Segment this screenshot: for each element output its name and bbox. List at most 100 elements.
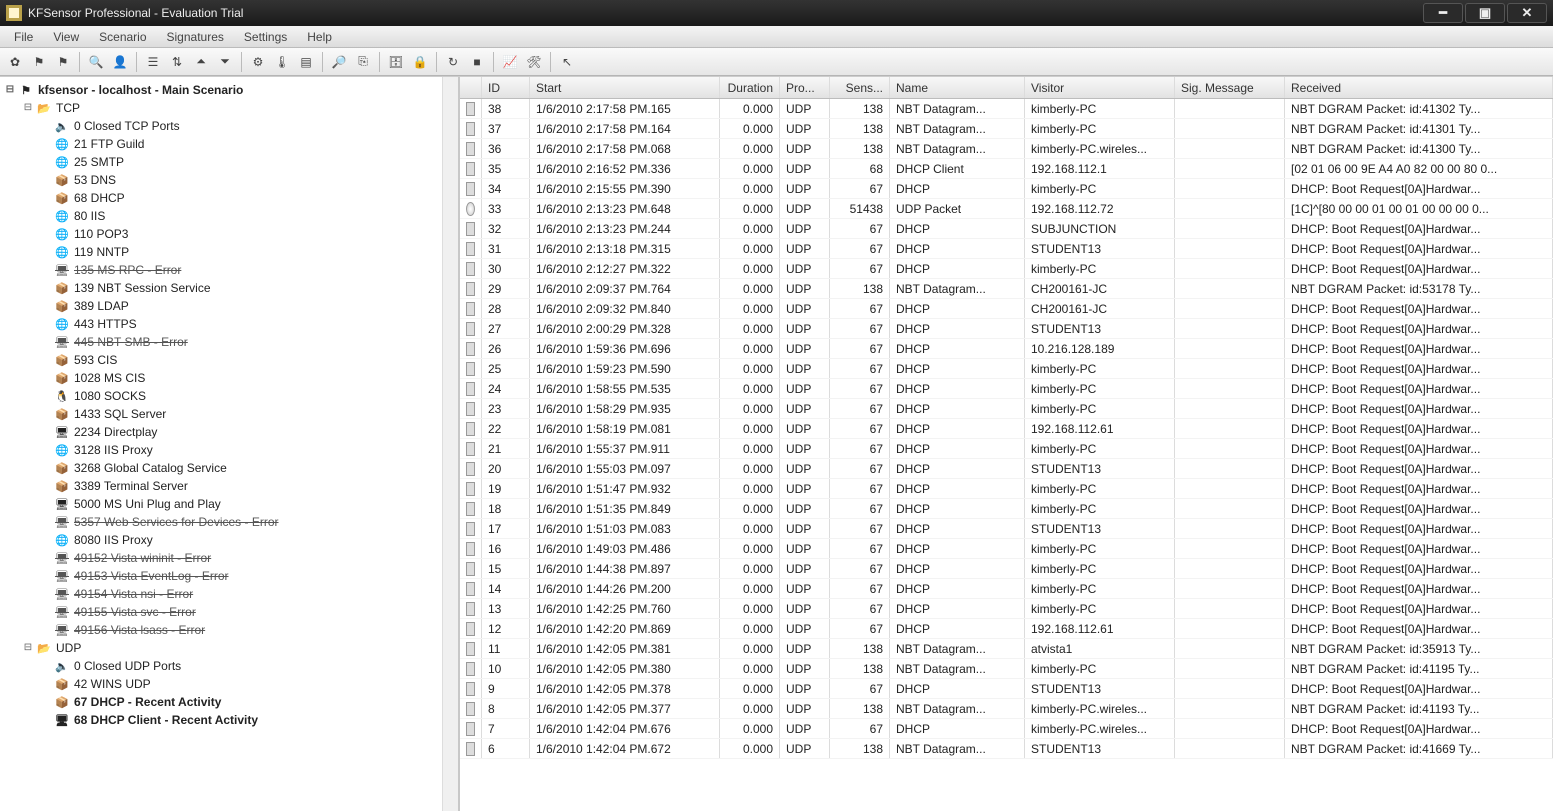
tool-filter1-icon[interactable]: ⇅ <box>166 51 188 73</box>
tree-tcp-53[interactable]: 📦53 DNS <box>4 171 456 189</box>
tree-tcp-0[interactable]: 🔈0 Closed TCP Ports <box>4 117 456 135</box>
event-row[interactable]: 191/6/2010 1:51:47 PM.9320.000UDP67DHCPk… <box>460 479 1553 499</box>
col-name[interactable]: Name <box>890 77 1025 98</box>
tree-tcp-5000[interactable]: 🖥5000 MS Uni Plug and Play <box>4 495 456 513</box>
event-row[interactable]: 231/6/2010 1:58:29 PM.9350.000UDP67DHCPk… <box>460 399 1553 419</box>
tree-tcp-21[interactable]: 🌐21 FTP Guild <box>4 135 456 153</box>
tool-icon-3[interactable]: ⚑ <box>52 51 74 73</box>
event-row[interactable]: 121/6/2010 1:42:20 PM.8690.000UDP67DHCP1… <box>460 619 1553 639</box>
tree-udp-0[interactable]: 🔈0 Closed UDP Ports <box>4 657 456 675</box>
tool-icon-1[interactable]: ✿ <box>4 51 26 73</box>
tool-temp-icon[interactable]: 🌡 <box>271 51 293 73</box>
event-row[interactable]: 91/6/2010 1:42:05 PM.3780.000UDP67DHCPST… <box>460 679 1553 699</box>
tree-pane[interactable]: ⊟⚑kfsensor - localhost - Main Scenario ⊟📂… <box>0 77 460 811</box>
event-row[interactable]: 161/6/2010 1:49:03 PM.4860.000UDP67DHCPk… <box>460 539 1553 559</box>
col-sensor[interactable]: Sens... <box>830 77 890 98</box>
tool-lock-icon[interactable]: 🔒 <box>409 51 431 73</box>
tool-filter3-icon[interactable]: ⏷ <box>214 51 236 73</box>
event-row[interactable]: 141/6/2010 1:44:26 PM.2000.000UDP67DHCPk… <box>460 579 1553 599</box>
events-body[interactable]: 381/6/2010 2:17:58 PM.1650.000UDP138NBT … <box>460 99 1553 811</box>
event-row[interactable]: 331/6/2010 2:13:23 PM.6480.000UDP51438UD… <box>460 199 1553 219</box>
tree-tcp-2234[interactable]: 🖥2234 Directplay <box>4 423 456 441</box>
tree-tcp-49152[interactable]: 🖥49152 Vista wininit - Error <box>4 549 456 567</box>
menu-help[interactable]: Help <box>297 30 342 44</box>
event-row[interactable]: 211/6/2010 1:55:37 PM.9110.000UDP67DHCPk… <box>460 439 1553 459</box>
tool-doc-icon[interactable]: ▤ <box>295 51 317 73</box>
tool-search-icon[interactable]: 🔍 <box>85 51 107 73</box>
col-start[interactable]: Start <box>530 77 720 98</box>
tree-udp-68[interactable]: 🖥68 DHCP Client - Recent Activity <box>4 711 456 729</box>
tree-root[interactable]: ⊟⚑kfsensor - localhost - Main Scenario <box>4 81 456 99</box>
event-row[interactable]: 341/6/2010 2:15:55 PM.3900.000UDP67DHCPk… <box>460 179 1553 199</box>
col-id[interactable]: ID <box>482 77 530 98</box>
event-row[interactable]: 291/6/2010 2:09:37 PM.7640.000UDP138NBT … <box>460 279 1553 299</box>
tree-udp-67[interactable]: 📦67 DHCP - Recent Activity <box>4 693 456 711</box>
event-row[interactable]: 271/6/2010 2:00:29 PM.3280.000UDP67DHCPS… <box>460 319 1553 339</box>
tool-copy-icon[interactable]: ⎘ <box>352 51 374 73</box>
tool-stop-icon[interactable]: ■ <box>466 51 488 73</box>
tool-config-icon[interactable]: ⚙ <box>247 51 269 73</box>
tree-tcp-3389[interactable]: 📦3389 Terminal Server <box>4 477 456 495</box>
tool-chart-icon[interactable]: 📈 <box>499 51 521 73</box>
event-row[interactable]: 111/6/2010 1:42:05 PM.3810.000UDP138NBT … <box>460 639 1553 659</box>
maximize-button[interactable]: ▣ <box>1465 3 1505 23</box>
tree-tcp-1080[interactable]: 🐧1080 SOCKS <box>4 387 456 405</box>
event-row[interactable]: 251/6/2010 1:59:23 PM.5900.000UDP67DHCPk… <box>460 359 1553 379</box>
tree-tcp-49153[interactable]: 🖥49153 Vista EventLog - Error <box>4 567 456 585</box>
event-row[interactable]: 221/6/2010 1:58:19 PM.0810.000UDP67DHCP1… <box>460 419 1553 439</box>
tool-find-icon[interactable]: 🔎 <box>328 51 350 73</box>
tree-tcp-445[interactable]: 🖥445 NBT SMB - Error <box>4 333 456 351</box>
tree-tcp-49154[interactable]: 🖥49154 Vista nsi - Error <box>4 585 456 603</box>
tree-tcp-80[interactable]: 🌐80 IIS <box>4 207 456 225</box>
event-row[interactable]: 381/6/2010 2:17:58 PM.1650.000UDP138NBT … <box>460 99 1553 119</box>
tree-tcp-3268[interactable]: 📦3268 Global Catalog Service <box>4 459 456 477</box>
tree-tcp-139[interactable]: 📦139 NBT Session Service <box>4 279 456 297</box>
col-icon[interactable] <box>460 77 482 98</box>
event-row[interactable]: 181/6/2010 1:51:35 PM.8490.000UDP67DHCPk… <box>460 499 1553 519</box>
tool-icon-2[interactable]: ⚑ <box>28 51 50 73</box>
event-row[interactable]: 131/6/2010 1:42:25 PM.7600.000UDP67DHCPk… <box>460 599 1553 619</box>
event-row[interactable]: 201/6/2010 1:55:03 PM.0970.000UDP67DHCPS… <box>460 459 1553 479</box>
tree-tcp-8080[interactable]: 🌐8080 IIS Proxy <box>4 531 456 549</box>
tree-tcp-3128[interactable]: 🌐3128 IIS Proxy <box>4 441 456 459</box>
event-row[interactable]: 301/6/2010 2:12:27 PM.3220.000UDP67DHCPk… <box>460 259 1553 279</box>
tree-tcp-119[interactable]: 🌐119 NNTP <box>4 243 456 261</box>
menu-view[interactable]: View <box>43 30 89 44</box>
tree-scrollbar[interactable] <box>442 77 458 811</box>
event-row[interactable]: 261/6/2010 1:59:36 PM.6960.000UDP67DHCP1… <box>460 339 1553 359</box>
col-duration[interactable]: Duration <box>720 77 780 98</box>
event-row[interactable]: 71/6/2010 1:42:04 PM.6760.000UDP67DHCPki… <box>460 719 1553 739</box>
tool-pointer-icon[interactable]: ↖ <box>556 51 578 73</box>
event-row[interactable]: 241/6/2010 1:58:55 PM.5350.000UDP67DHCPk… <box>460 379 1553 399</box>
col-visitor[interactable]: Visitor <box>1025 77 1175 98</box>
tool-user-icon[interactable]: 👤 <box>109 51 131 73</box>
col-protocol[interactable]: Pro... <box>780 77 830 98</box>
tree-tcp-5357[interactable]: 🖥5357 Web Services for Devices - Error <box>4 513 456 531</box>
event-row[interactable]: 351/6/2010 2:16:52 PM.3360.000UDP68DHCP … <box>460 159 1553 179</box>
event-row[interactable]: 81/6/2010 1:42:05 PM.3770.000UDP138NBT D… <box>460 699 1553 719</box>
col-received[interactable]: Received <box>1285 77 1553 98</box>
event-row[interactable]: 281/6/2010 2:09:32 PM.8400.000UDP67DHCPC… <box>460 299 1553 319</box>
tree-udp[interactable]: ⊟📂UDP <box>4 639 456 657</box>
event-row[interactable]: 101/6/2010 1:42:05 PM.3800.000UDP138NBT … <box>460 659 1553 679</box>
minimize-button[interactable]: ━ <box>1423 3 1463 23</box>
tree-tcp-68[interactable]: 📦68 DHCP <box>4 189 456 207</box>
tree-tcp-49156[interactable]: 🖥49156 Vista lsass - Error <box>4 621 456 639</box>
event-row[interactable]: 171/6/2010 1:51:03 PM.0830.000UDP67DHCPS… <box>460 519 1553 539</box>
menu-scenario[interactable]: Scenario <box>89 30 156 44</box>
tool-tools-icon[interactable]: 🛠 <box>523 51 545 73</box>
menu-signatures[interactable]: Signatures <box>157 30 234 44</box>
tool-list-icon[interactable]: ☰ <box>142 51 164 73</box>
tree-tcp-135[interactable]: 🖥135 MS RPC - Error <box>4 261 456 279</box>
event-row[interactable]: 151/6/2010 1:44:38 PM.8970.000UDP67DHCPk… <box>460 559 1553 579</box>
tree-tcp-110[interactable]: 🌐110 POP3 <box>4 225 456 243</box>
tree-tcp-1028[interactable]: 📦1028 MS CIS <box>4 369 456 387</box>
event-row[interactable]: 361/6/2010 2:17:58 PM.0680.000UDP138NBT … <box>460 139 1553 159</box>
event-row[interactable]: 311/6/2010 2:13:18 PM.3150.000UDP67DHCPS… <box>460 239 1553 259</box>
tool-db-icon[interactable]: 🗄 <box>385 51 407 73</box>
tree-tcp-49155[interactable]: 🖥49155 Vista svc - Error <box>4 603 456 621</box>
tool-filter2-icon[interactable]: ⏶ <box>190 51 212 73</box>
tool-refresh-icon[interactable]: ↻ <box>442 51 464 73</box>
tree-tcp-25[interactable]: 🌐25 SMTP <box>4 153 456 171</box>
tree-tcp-389[interactable]: 📦389 LDAP <box>4 297 456 315</box>
